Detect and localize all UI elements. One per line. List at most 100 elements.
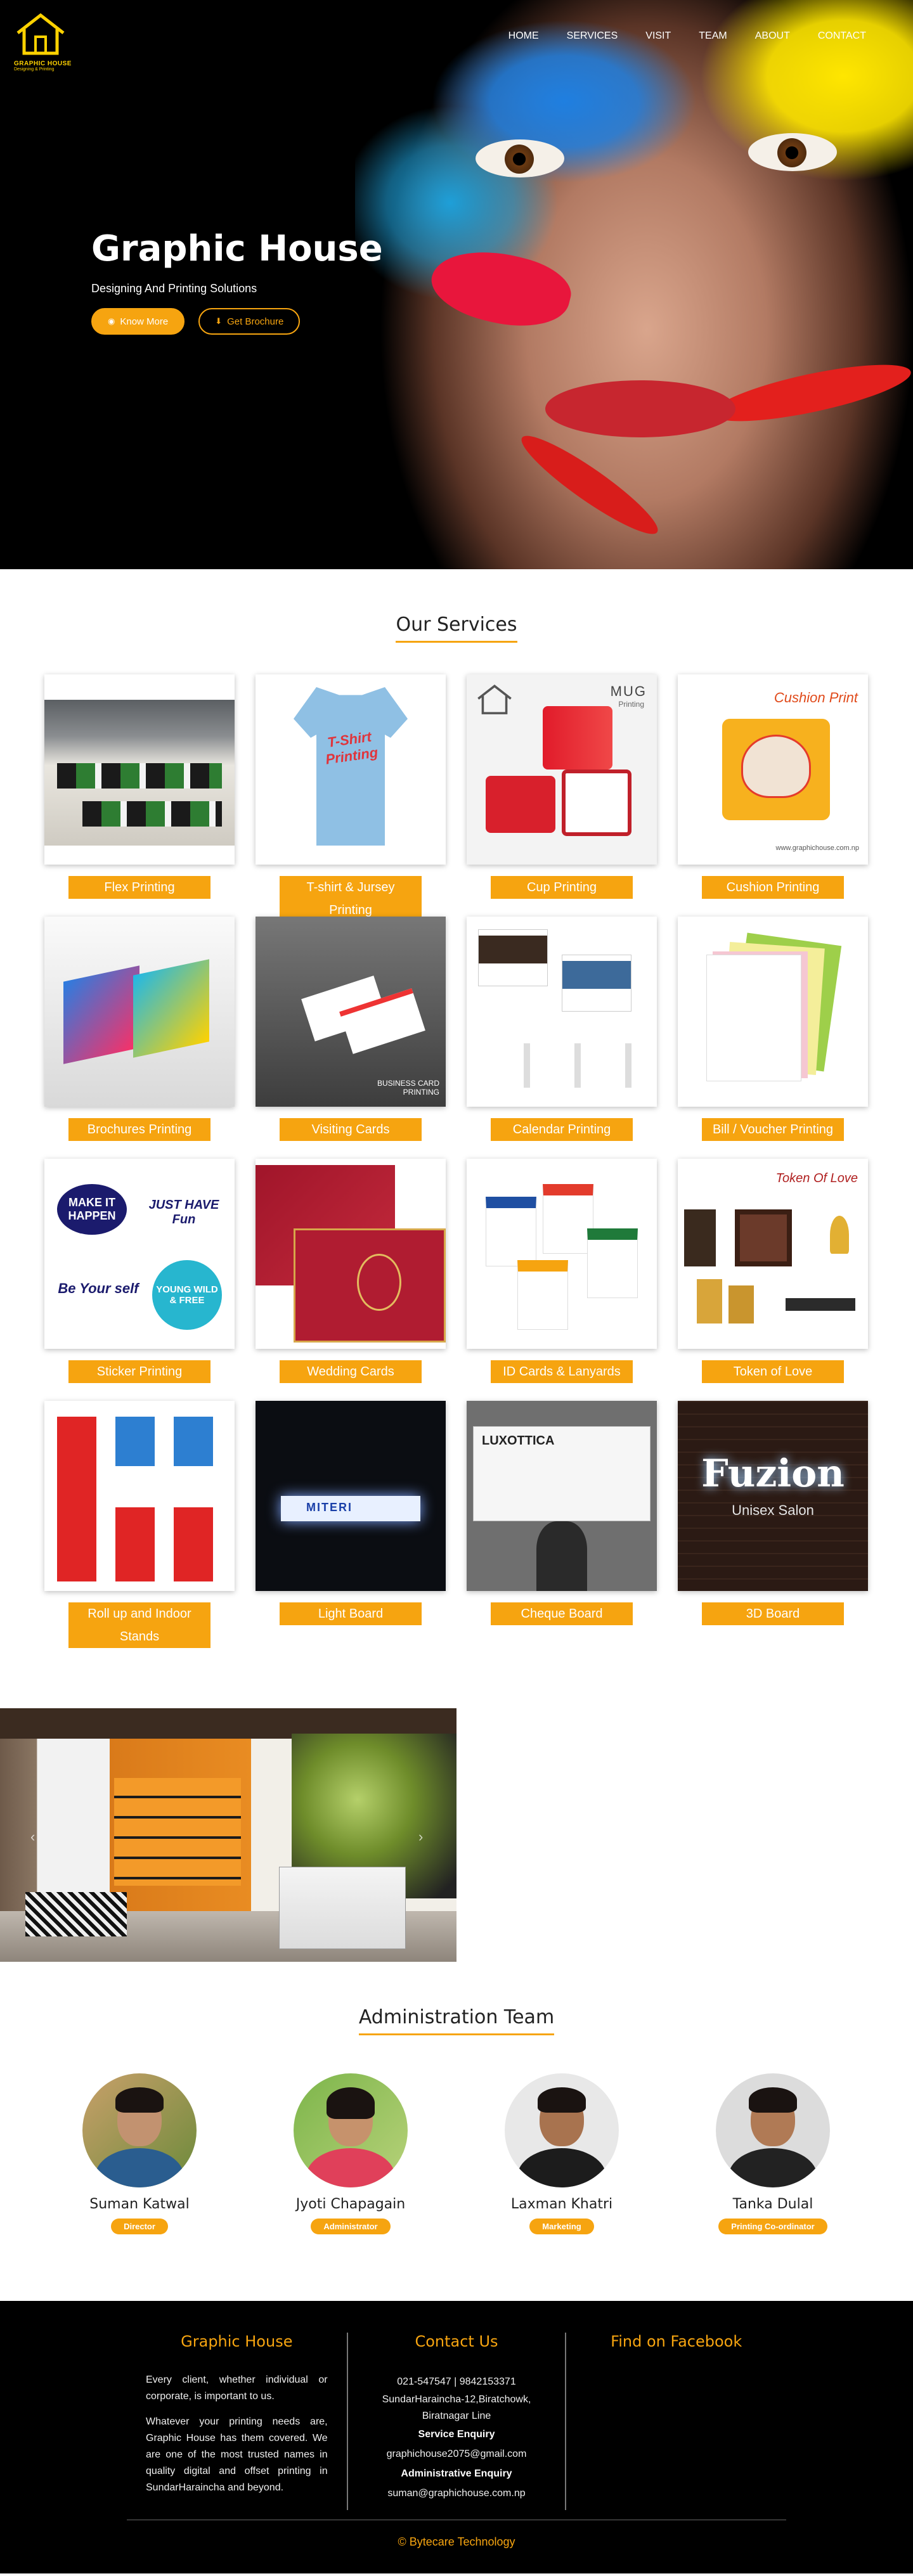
hero-eye-right [748,133,837,171]
service-card-token[interactable]: Token Of Love Token of Love [678,1159,868,1383]
service-image [467,917,657,1107]
hero-paint-streak [708,353,913,433]
footer-address: SundarHaraincha-12,Biratchowk, [382,2394,531,2405]
member-role-badge: Marketing [529,2219,594,2234]
get-brochure-button[interactable]: ⬇ Get Brochure [198,308,301,335]
footer-service-email[interactable]: graphichouse2075@gmail.com [367,2444,547,2464]
service-card-cheque[interactable]: LUXOTTICA Cheque Board [467,1401,657,1625]
service-card-cup[interactable]: MUG Printing Cup Printing [467,674,657,899]
hero-lips [545,380,735,437]
footer-columns: Graphic House Every client, whether indi… [127,2333,786,2510]
service-card-tshirt[interactable]: T-Shirt Printing T-shirt & Jursey Printi… [256,674,446,922]
hero-eye-left [476,139,564,177]
service-card-cushion[interactable]: Cushion Print www.graphichouse.com.np Cu… [678,674,868,899]
sticker-image-text: MAKE IT HAPPEN [57,1184,127,1235]
services-heading: Our Services [0,614,913,643]
footer-facebook: Find on Facebook [566,2333,786,2510]
team-member: Tanka Dulal Printing Co-ordinator [697,2073,849,2234]
hero-buttons: ◉ Know More ⬇ Get Brochure [91,308,383,335]
get-brochure-label: Get Brochure [227,316,284,327]
nav-contact[interactable]: CONTACT [804,30,880,42]
member-role-badge: Administrator [311,2219,391,2234]
team-title: Administration Team [358,2006,555,2035]
services-title: Our Services [396,614,517,643]
footer-facebook-title[interactable]: Find on Facebook [585,2333,767,2350]
site-footer: Graphic House Every client, whether indi… [0,2301,913,2573]
nav-visit[interactable]: VISIT [631,30,685,42]
hero-section: GRAPHIC HOUSE Designing & Printing HOME … [0,0,913,569]
member-name: Laxman Khatri [510,2196,613,2212]
gallery-next-icon[interactable]: › [418,1829,423,1845]
footer-about-title: Graphic House [181,2333,293,2350]
logo-text: GRAPHIC HOUSE [14,60,72,67]
nav-home[interactable]: HOME [495,30,553,42]
hero-paint-splash [424,238,578,339]
nav-services[interactable]: SERVICES [553,30,632,42]
nav-team[interactable]: TEAM [685,30,741,42]
hero-background-image [355,0,913,569]
service-image: Token Of Love [678,1159,868,1349]
footer-admin-label: Administrative Enquiry [401,2468,512,2479]
3dboard-image-subtext: Unisex Salon [732,1502,814,1518]
cushion-image-text: Cushion Print [774,690,858,705]
footer-copyright[interactable]: © Bytecare Technology [0,2535,913,2549]
sticker-image-text: Be Your self [57,1254,139,1323]
service-label: Roll up and Indoor Stands [68,1602,210,1648]
service-label: Token of Love [702,1360,844,1383]
main-nav: HOME SERVICES VISIT TEAM ABOUT CONTACT [495,30,880,42]
service-image [467,1159,657,1349]
service-label: Brochures Printing [68,1118,210,1141]
service-label: Cup Printing [491,876,633,899]
service-label: Bill / Voucher Printing [702,1118,844,1141]
token-image-text: Token Of Love [775,1171,858,1185]
footer-about: Graphic House Every client, whether indi… [127,2333,347,2510]
avatar [716,2073,830,2187]
nav-about[interactable]: ABOUT [741,30,804,42]
footer-contact-title: Contact Us [415,2333,498,2350]
service-image: MUG Printing [467,674,657,865]
service-card-3dboard[interactable]: Fuzion Unisex Salon 3D Board [678,1401,868,1625]
team-section: Administration Team Suman Katwal Directo… [0,1962,913,2301]
service-label: 3D Board [702,1602,844,1625]
service-card-lightboard[interactable]: MITERI Light Board [256,1401,446,1625]
service-image [256,1159,446,1349]
service-card-sticker[interactable]: MAKE IT HAPPEN JUST HAVE Fun Be Your sel… [44,1159,235,1383]
service-card-idcards[interactable]: ID Cards & Lanyards [467,1159,657,1383]
hero-paint-streak [513,424,666,546]
sticker-image-text: YOUNG WILD & FREE [152,1260,222,1330]
service-image: BUSINESS CARD PRINTING [256,917,446,1107]
service-card-bill[interactable]: Bill / Voucher Printing [678,917,868,1141]
hero-text: Graphic House Designing And Printing Sol… [91,228,383,335]
footer-phone[interactable]: 021-547547 | 9842153371 [367,2372,547,2392]
hero-title: Graphic House [91,228,383,269]
service-image: LUXOTTICA [467,1401,657,1591]
cushion-image-url: www.graphichouse.com.np [775,844,859,852]
gallery-prev-icon[interactable]: ‹ [30,1829,35,1845]
footer-address: Biratnagar Line [422,2411,491,2421]
cheque-image-text: LUXOTTICA [482,1434,555,1448]
avatar [294,2073,408,2187]
site-logo[interactable]: GRAPHIC HOUSE Designing & Printing [14,11,72,72]
sticker-image-text: JUST HAVE Fun [146,1184,222,1241]
service-label: ID Cards & Lanyards [491,1360,633,1383]
footer-service-label: Service Enquiry [418,2429,495,2440]
team-heading: Administration Team [0,2006,913,2035]
service-label: Flex Printing [68,876,210,899]
service-image [44,917,235,1107]
mug-image-text: MUG [610,683,647,699]
service-label: Calendar Printing [491,1118,633,1141]
service-card-visiting[interactable]: BUSINESS CARD PRINTING Visiting Cards [256,917,446,1141]
services-grid: Flex Printing T-Shirt Printing T-shirt &… [0,674,913,1663]
know-more-button[interactable]: ◉ Know More [91,308,185,335]
service-label: Light Board [280,1602,422,1625]
footer-admin-email[interactable]: suman@graphichouse.com.np [367,2483,547,2503]
service-image [44,674,235,865]
service-card-calendar[interactable]: Calendar Printing [467,917,657,1141]
service-card-rollup[interactable]: Roll up and Indoor Stands [44,1401,235,1648]
service-card-flex[interactable]: Flex Printing [44,674,235,899]
footer-contact: Contact Us 021-547547 | 9842153371 Sunda… [346,2333,567,2510]
service-card-wedding[interactable]: Wedding Cards [256,1159,446,1383]
team-member: Jyoti Chapagain Administrator [275,2073,427,2234]
service-card-brochures[interactable]: Brochures Printing [44,917,235,1141]
service-label: Visiting Cards [280,1118,422,1141]
